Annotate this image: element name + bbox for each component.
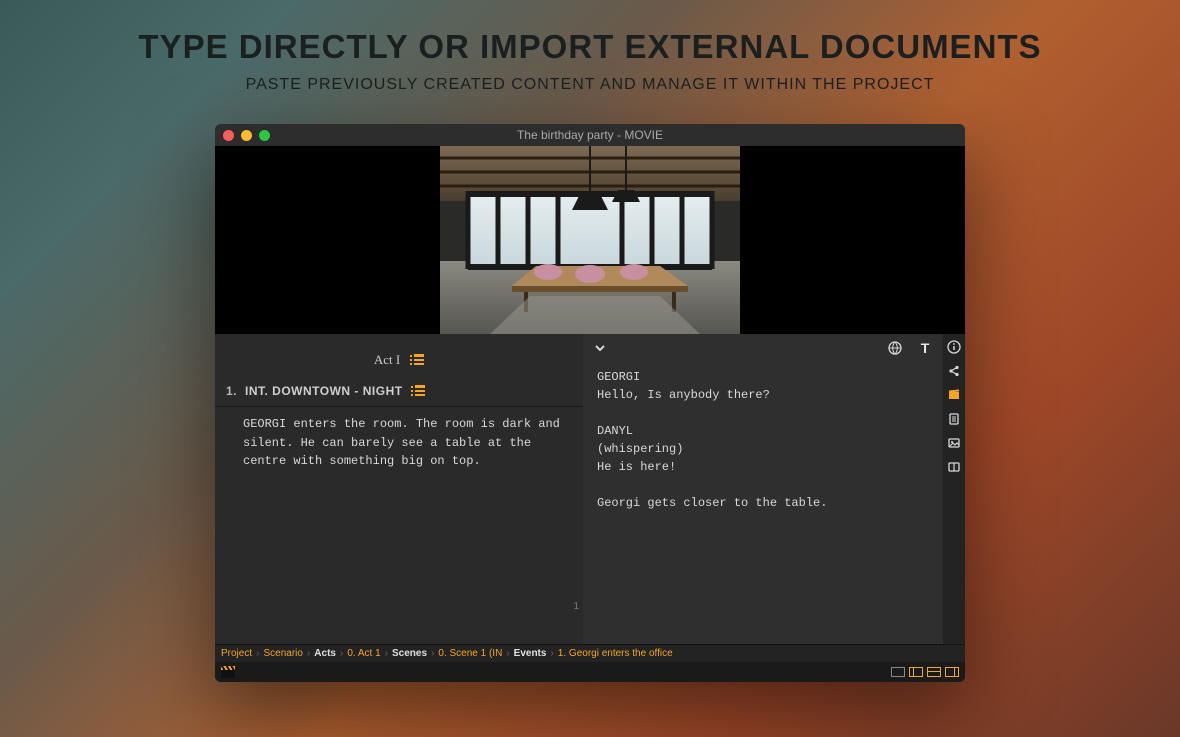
breadcrumb-separator: › bbox=[506, 648, 509, 659]
right-side-rail bbox=[943, 334, 965, 644]
layout-sidebar-icon[interactable] bbox=[909, 667, 923, 677]
promo-title: TYPE DIRECTLY OR IMPORT EXTERNAL DOCUMEN… bbox=[138, 28, 1041, 66]
share-icon[interactable] bbox=[947, 364, 961, 378]
breadcrumb-separator: › bbox=[256, 648, 259, 659]
breadcrumb-separator: › bbox=[307, 648, 310, 659]
info-icon[interactable] bbox=[947, 340, 961, 354]
scene-title: INT. DOWNTOWN - NIGHT bbox=[245, 384, 403, 398]
breadcrumb-item[interactable]: 0. Act 1 bbox=[347, 648, 380, 659]
script-pane-header: T bbox=[583, 334, 943, 362]
breadcrumb-separator: › bbox=[550, 648, 553, 659]
breadcrumb-item[interactable]: 1. Georgi enters the office bbox=[558, 648, 673, 659]
breadcrumb: Project › Scenario › Acts › 0. Act 1 › Scenes › 0.… bbox=[215, 644, 965, 662]
image-icon[interactable] bbox=[947, 436, 961, 450]
layout-single-icon[interactable] bbox=[891, 667, 905, 677]
scene-number: 1. bbox=[225, 384, 237, 398]
document-icon[interactable] bbox=[947, 412, 961, 426]
window-title: The birthday party - MOVIE bbox=[215, 128, 965, 142]
bottom-toolbar bbox=[215, 662, 965, 682]
scene-description[interactable]: GEORGI enters the room. The room is dark… bbox=[215, 407, 583, 479]
promo-subtitle: PASTE PREVIOUSLY CREATED CONTENT AND MAN… bbox=[246, 76, 935, 94]
breadcrumb-separator: › bbox=[340, 648, 343, 659]
maximize-window-button[interactable] bbox=[259, 130, 270, 141]
list-icon bbox=[410, 354, 424, 366]
act-header[interactable]: Act I bbox=[215, 334, 583, 378]
scene-preview-area bbox=[215, 146, 965, 334]
script-pane: T GEORGI Hello, Is anybody there? DANYL … bbox=[583, 334, 943, 644]
chevron-down-icon[interactable] bbox=[593, 341, 607, 355]
breadcrumb-separator: › bbox=[431, 648, 434, 659]
columns-icon[interactable] bbox=[947, 460, 961, 474]
breadcrumb-item[interactable]: Events bbox=[514, 648, 547, 659]
breadcrumb-item[interactable]: Scenario bbox=[263, 648, 302, 659]
scene-header[interactable]: 1. INT. DOWNTOWN - NIGHT bbox=[215, 378, 583, 406]
scene-preview-image bbox=[440, 146, 740, 334]
act-label: Act I bbox=[374, 352, 400, 368]
layout-topbar-icon[interactable] bbox=[927, 667, 941, 677]
titlebar: The birthday party - MOVIE bbox=[215, 124, 965, 146]
editor-split: Act I 1. INT. DOWNTOWN - NIGHT GEORGI en… bbox=[215, 334, 965, 644]
outline-pane: Act I 1. INT. DOWNTOWN - NIGHT GEORGI en… bbox=[215, 334, 583, 644]
minimize-window-button[interactable] bbox=[241, 130, 252, 141]
clip-icon[interactable] bbox=[947, 388, 961, 402]
breadcrumb-item[interactable]: Scenes bbox=[392, 648, 427, 659]
layout-right-icon[interactable] bbox=[945, 667, 959, 677]
globe-icon[interactable] bbox=[887, 340, 903, 356]
breadcrumb-separator: › bbox=[385, 648, 388, 659]
breadcrumb-item[interactable]: Acts bbox=[314, 648, 336, 659]
app-window: The birthday party - MOVIE bbox=[215, 124, 965, 682]
clapper-icon[interactable] bbox=[221, 666, 235, 678]
breadcrumb-item[interactable]: Project bbox=[221, 648, 252, 659]
text-format-icon[interactable]: T bbox=[917, 340, 933, 356]
list-icon bbox=[411, 385, 425, 397]
page-number: 1 bbox=[573, 601, 579, 612]
traffic-lights bbox=[223, 130, 270, 141]
script-text[interactable]: GEORGI Hello, Is anybody there? DANYL (w… bbox=[583, 362, 943, 518]
breadcrumb-item[interactable]: 0. Scene 1 (IN bbox=[438, 648, 502, 659]
close-window-button[interactable] bbox=[223, 130, 234, 141]
